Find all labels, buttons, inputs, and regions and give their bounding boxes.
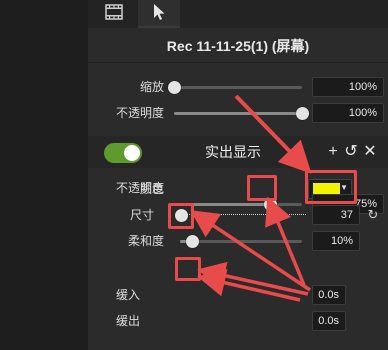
left-sidebar-strip: [0, 0, 88, 350]
opacity-slider-fill: [174, 112, 302, 115]
annotation-box-softness-knob: [175, 257, 201, 281]
size-reset-icon[interactable]: ↻: [366, 208, 380, 222]
opacity-label: 不透明度: [115, 106, 164, 120]
active-tab-indicator: [138, 26, 180, 28]
scale-value-field[interactable]: 100%: [312, 77, 384, 97]
tab-cursor-effects[interactable]: [138, 0, 180, 28]
add-icon[interactable]: +: [325, 142, 341, 162]
annotation-box-size-knob: [168, 203, 194, 229]
tab-visual-properties[interactable]: [94, 0, 134, 28]
opacity-slider-knob[interactable]: [296, 107, 309, 120]
ease-out-value-field[interactable]: 0.0s: [312, 311, 346, 331]
softness-value-field[interactable]: 10%: [312, 231, 360, 251]
scale-row: 缩放 100%: [88, 76, 388, 98]
ease-out-row: 缓出 0.0s: [88, 310, 388, 332]
close-icon[interactable]: ✕: [362, 142, 378, 162]
ease-out-label: 缓出: [115, 314, 140, 328]
opacity-value-field[interactable]: 100%: [312, 103, 384, 123]
scale-slider-knob[interactable]: [168, 81, 181, 94]
highlight-softness-row: 柔和度 10%: [88, 230, 388, 252]
opacity-row: 不透明度 100%: [88, 102, 388, 124]
highlight-size-row: 尺寸 37 ↻: [88, 204, 388, 226]
scale-slider[interactable]: [168, 81, 302, 94]
annotation-box-opacity-knob: [247, 175, 277, 201]
divider: [88, 62, 388, 63]
film-icon: [105, 3, 123, 25]
opacity-slider[interactable]: [174, 107, 309, 120]
media-title: Rec 11-11-25(1) (屏幕): [166, 38, 310, 54]
annotation-box-color: [305, 170, 357, 204]
scale-label: 缩放: [139, 80, 164, 94]
softness-knob[interactable]: [186, 235, 200, 248]
ease-in-label: 缓入: [115, 288, 140, 302]
highlight-opacity-label: 不透明度: [115, 181, 164, 195]
reset-icon[interactable]: ↺: [343, 142, 359, 162]
size-value-field[interactable]: 37: [312, 205, 360, 225]
size-slider[interactable]: [180, 214, 306, 215]
softness-label: 柔和度: [127, 234, 164, 248]
ease-in-value-field[interactable]: 0.0s: [312, 285, 346, 305]
ease-in-row: 缓入 0.0s: [88, 284, 388, 306]
properties-tabbar: [88, 0, 388, 28]
size-label: 尺寸: [129, 208, 154, 222]
softness-slider[interactable]: [180, 235, 302, 248]
highlight-section-title: 实出显示: [205, 144, 261, 160]
cursor-icon: [152, 3, 166, 26]
highlight-section-header: 实出显示 + ↺ ✕: [88, 136, 388, 168]
